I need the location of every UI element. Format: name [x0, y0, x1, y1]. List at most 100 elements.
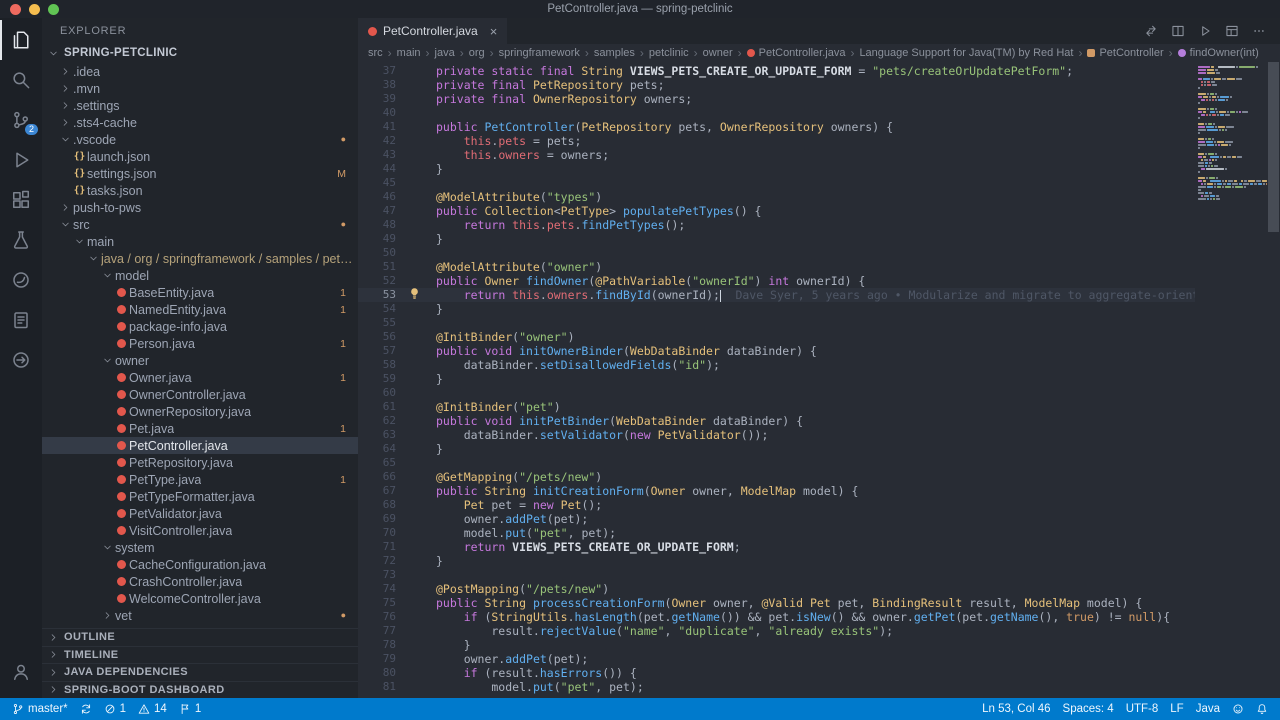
activity-bar-item-testing[interactable] [0, 220, 42, 260]
code-line[interactable]: 57public void initOwnerBinder(WebDataBin… [358, 344, 1195, 358]
code-line[interactable]: 43 this.owners = owners; [358, 148, 1195, 162]
code-line[interactable]: 61@InitBinder("pet") [358, 400, 1195, 414]
tree-item-vscode[interactable]: .vscode● [42, 131, 358, 148]
code-line[interactable]: 39private final OwnerRepository owners; [358, 92, 1195, 106]
activity-bar-item-source-control[interactable]: 2 [0, 100, 42, 140]
code-line[interactable]: 71 return VIEWS_PETS_CREATE_OR_UPDATE_FO… [358, 540, 1195, 554]
tree-item-owner[interactable]: owner [42, 352, 358, 369]
code-line[interactable]: 55 [358, 316, 1195, 330]
breadcrumb-item-findowner-int[interactable]: findOwner(int) [1178, 47, 1259, 59]
breadcrumb-item-language-support-for-java-tm-by-red-hat[interactable]: Language Support for Java(TM) by Red Hat [859, 47, 1073, 59]
tree-item-owner-java[interactable]: Owner.java1 [42, 369, 358, 386]
status-branch[interactable]: master* [6, 698, 74, 720]
activity-bar-item-search[interactable] [0, 60, 42, 100]
breadcrumb-item-main[interactable]: main [397, 47, 421, 59]
breadcrumb-item-springframework[interactable]: springframework [499, 47, 580, 59]
tree-item-package-info-java[interactable]: package-info.java [42, 318, 358, 335]
breadcrumb-item-samples[interactable]: samples [594, 47, 635, 59]
minimap[interactable] [1195, 62, 1267, 698]
project-root-folder[interactable]: SPRING-PETCLINIC [42, 43, 358, 63]
status-bell[interactable] [1250, 698, 1274, 720]
section-spring-boot-dashboard[interactable]: SPRING-BOOT DASHBOARD [42, 681, 358, 699]
code-line[interactable]: 49} [358, 232, 1195, 246]
close-tab-icon[interactable]: × [490, 24, 498, 39]
breadcrumb-item-src[interactable]: src [368, 47, 383, 59]
breadcrumb-item-petcontroller-java[interactable]: PetController.java [747, 47, 846, 59]
tree-item-idea[interactable]: .idea [42, 63, 358, 80]
tree-item-visitcontroller-java[interactable]: VisitController.java [42, 522, 358, 539]
code-line[interactable]: 65 [358, 456, 1195, 470]
tree-item-pettype-java[interactable]: PetType.java1 [42, 471, 358, 488]
tree-item-namedentity-java[interactable]: NamedEntity.java1 [42, 301, 358, 318]
tree-item-pet-java[interactable]: Pet.java1 [42, 420, 358, 437]
code-line[interactable]: 41public PetController(PetRepository pet… [358, 120, 1195, 134]
code-line[interactable]: 79 owner.addPet(pet); [358, 652, 1195, 666]
breadcrumb-item-org[interactable]: org [469, 47, 485, 59]
split-editor-icon[interactable] [1171, 24, 1185, 38]
breadcrumb-item-java[interactable]: java [435, 47, 455, 59]
close-window-button[interactable] [10, 4, 21, 15]
code-line[interactable]: 80 if (result.hasErrors()) { [358, 666, 1195, 680]
code-line[interactable]: 58 dataBinder.setDisallowedFields("id"); [358, 358, 1195, 372]
code-line[interactable]: 56@InitBinder("owner") [358, 330, 1195, 344]
code-line[interactable]: 72} [358, 554, 1195, 568]
status-errors[interactable]: 1 [98, 698, 132, 720]
code-line[interactable]: 70 model.put("pet", pet); [358, 526, 1195, 540]
tree-item-cacheconfiguration-java[interactable]: CacheConfiguration.java [42, 556, 358, 573]
tree-item-main[interactable]: main [42, 233, 358, 250]
code-line[interactable]: 48 return this.pets.findPetTypes(); [358, 218, 1195, 232]
code-line[interactable]: 67public String initCreationForm(Owner o… [358, 484, 1195, 498]
code-line[interactable]: 63 dataBinder.setValidator(new PetValida… [358, 428, 1195, 442]
open-changes-icon[interactable] [1144, 24, 1158, 38]
activity-bar-item-accounts[interactable] [0, 652, 42, 692]
status-warnings[interactable]: 14 [132, 698, 173, 720]
code-line[interactable]: 45 [358, 176, 1195, 190]
code-line[interactable]: 46@ModelAttribute("types") [358, 190, 1195, 204]
zoom-window-button[interactable] [48, 4, 59, 15]
code-line[interactable]: 66@GetMapping("/pets/new") [358, 470, 1195, 484]
tree-item-push-to-pws[interactable]: push-to-pws [42, 199, 358, 216]
status-todos[interactable]: 1 [173, 698, 207, 720]
code-line[interactable]: 62public void initPetBinder(WebDataBinde… [358, 414, 1195, 428]
run-file-icon[interactable] [1198, 24, 1212, 38]
activity-bar-item-spring-boot[interactable] [0, 260, 42, 300]
code-line[interactable]: 73 [358, 568, 1195, 582]
tree-item-settings-json[interactable]: {}settings.jsonM [42, 165, 358, 182]
tree-item-src[interactable]: src● [42, 216, 358, 233]
section-java-dependencies[interactable]: JAVA DEPENDENCIES [42, 663, 358, 681]
code-line[interactable]: 37private static final String VIEWS_PETS… [358, 64, 1195, 78]
tree-item-mvn[interactable]: .mvn [42, 80, 358, 97]
code-line[interactable]: 51@ModelAttribute("owner") [358, 260, 1195, 274]
code-line[interactable]: 64} [358, 442, 1195, 456]
tree-item-ownerrepository-java[interactable]: OwnerRepository.java [42, 403, 358, 420]
code-editor[interactable]: 37private static final String VIEWS_PETS… [358, 62, 1195, 698]
code-line[interactable]: 78 } [358, 638, 1195, 652]
code-line[interactable]: 38private final PetRepository pets; [358, 78, 1195, 92]
code-line[interactable]: 77 result.rejectValue("name", "duplicate… [358, 624, 1195, 638]
status-encoding[interactable]: UTF-8 [1120, 698, 1165, 720]
minimize-window-button[interactable] [29, 4, 40, 15]
section-outline[interactable]: OUTLINE [42, 628, 358, 646]
code-line[interactable]: 60 [358, 386, 1195, 400]
code-line[interactable]: 44} [358, 162, 1195, 176]
tree-item-petrepository-java[interactable]: PetRepository.java [42, 454, 358, 471]
more-actions-icon[interactable] [1252, 24, 1266, 38]
tree-item-settings[interactable]: .settings [42, 97, 358, 114]
code-line[interactable]: 53 return this.owners.findById(ownerId);… [358, 288, 1195, 302]
tree-item-petcontroller-java[interactable]: PetController.java [42, 437, 358, 454]
status-language-mode[interactable]: Java [1190, 698, 1226, 720]
tree-item-crashcontroller-java[interactable]: CrashController.java [42, 573, 358, 590]
code-line[interactable]: 59} [358, 372, 1195, 386]
tree-item-vet[interactable]: vet● [42, 607, 358, 624]
tree-item-system[interactable]: system [42, 539, 358, 556]
activity-bar-item-explorer[interactable] [0, 20, 42, 60]
breadcrumb-item-owner[interactable]: owner [703, 47, 733, 59]
scrollbar-thumb[interactable] [1268, 62, 1279, 232]
tree-item-ownercontroller-java[interactable]: OwnerController.java [42, 386, 358, 403]
tree-item-petvalidator-java[interactable]: PetValidator.java [42, 505, 358, 522]
activity-bar-item-remote[interactable] [0, 340, 42, 380]
code-line[interactable]: 76 if (StringUtils.hasLength(pet.getName… [358, 610, 1195, 624]
status-indentation[interactable]: Spaces: 4 [1057, 698, 1120, 720]
tree-item-pettypeformatter-java[interactable]: PetTypeFormatter.java [42, 488, 358, 505]
code-line[interactable]: 69 owner.addPet(pet); [358, 512, 1195, 526]
